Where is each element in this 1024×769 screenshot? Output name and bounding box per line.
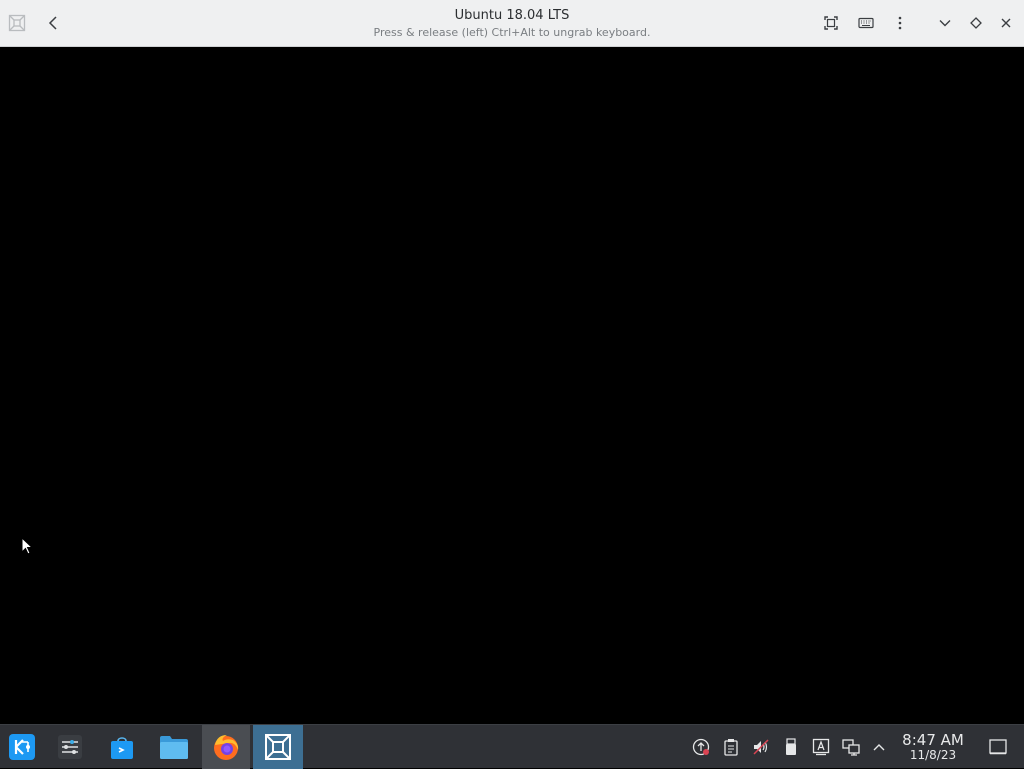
settings-sliders-icon [58, 735, 82, 759]
taskbar-discover-store[interactable] [98, 725, 146, 769]
taskbar-file-manager[interactable] [150, 725, 198, 769]
close-icon [1001, 18, 1011, 28]
network-wired-icon[interactable] [841, 737, 861, 757]
input-method-icon[interactable] [811, 737, 831, 757]
window-titlebar: Ubuntu 18.04 LTS Press & release (left) … [0, 0, 1024, 47]
digital-clock[interactable]: 8:47 AM 11/8/23 [896, 732, 970, 762]
usb-device-icon[interactable] [781, 737, 801, 757]
maximize-button[interactable] [961, 8, 991, 38]
expand-tray-icon[interactable] [869, 737, 889, 757]
clock-time: 8:47 AM [902, 731, 964, 749]
folder-icon [160, 736, 188, 759]
minimize-button[interactable] [930, 8, 960, 38]
show-desktop-icon[interactable] [988, 737, 1008, 757]
taskbar-virtual-machine-manager[interactable] [253, 725, 303, 769]
clock-date: 11/8/23 [909, 748, 957, 762]
mouse-cursor-icon [21, 536, 34, 559]
close-button[interactable] [991, 8, 1021, 38]
volume-muted-icon[interactable] [751, 737, 771, 757]
window-title: Ubuntu 18.04 LTS [454, 8, 570, 23]
updates-icon[interactable] [691, 737, 711, 757]
back-arrow-icon [48, 16, 57, 30]
vm-display[interactable] [0, 47, 1024, 724]
firefox-icon [214, 735, 239, 760]
keyboard-icon [858, 17, 874, 29]
keyboard-button[interactable] [851, 8, 881, 38]
fullscreen-icon [824, 16, 838, 30]
chevron-down-icon [939, 20, 951, 27]
back-button[interactable] [39, 8, 69, 38]
fullscreen-button[interactable] [816, 8, 846, 38]
vm-app-icon [2, 8, 32, 38]
diamond-icon [970, 17, 982, 29]
kebab-menu-icon [898, 16, 902, 30]
taskbar-firefox[interactable] [202, 725, 250, 769]
taskbar-system-settings[interactable] [46, 725, 94, 769]
window-subtitle: Press & release (left) Ctrl+Alt to ungra… [373, 26, 651, 39]
vm-manager-icon [265, 734, 291, 760]
menu-button[interactable] [885, 8, 915, 38]
kde-logo-icon [9, 734, 35, 760]
window-title-block: Ubuntu 18.04 LTS Press & release (left) … [262, 6, 762, 41]
application-launcher[interactable] [0, 725, 44, 769]
clipboard-icon[interactable] [721, 737, 741, 757]
discover-bag-icon [111, 737, 133, 759]
taskbar [0, 724, 1024, 769]
